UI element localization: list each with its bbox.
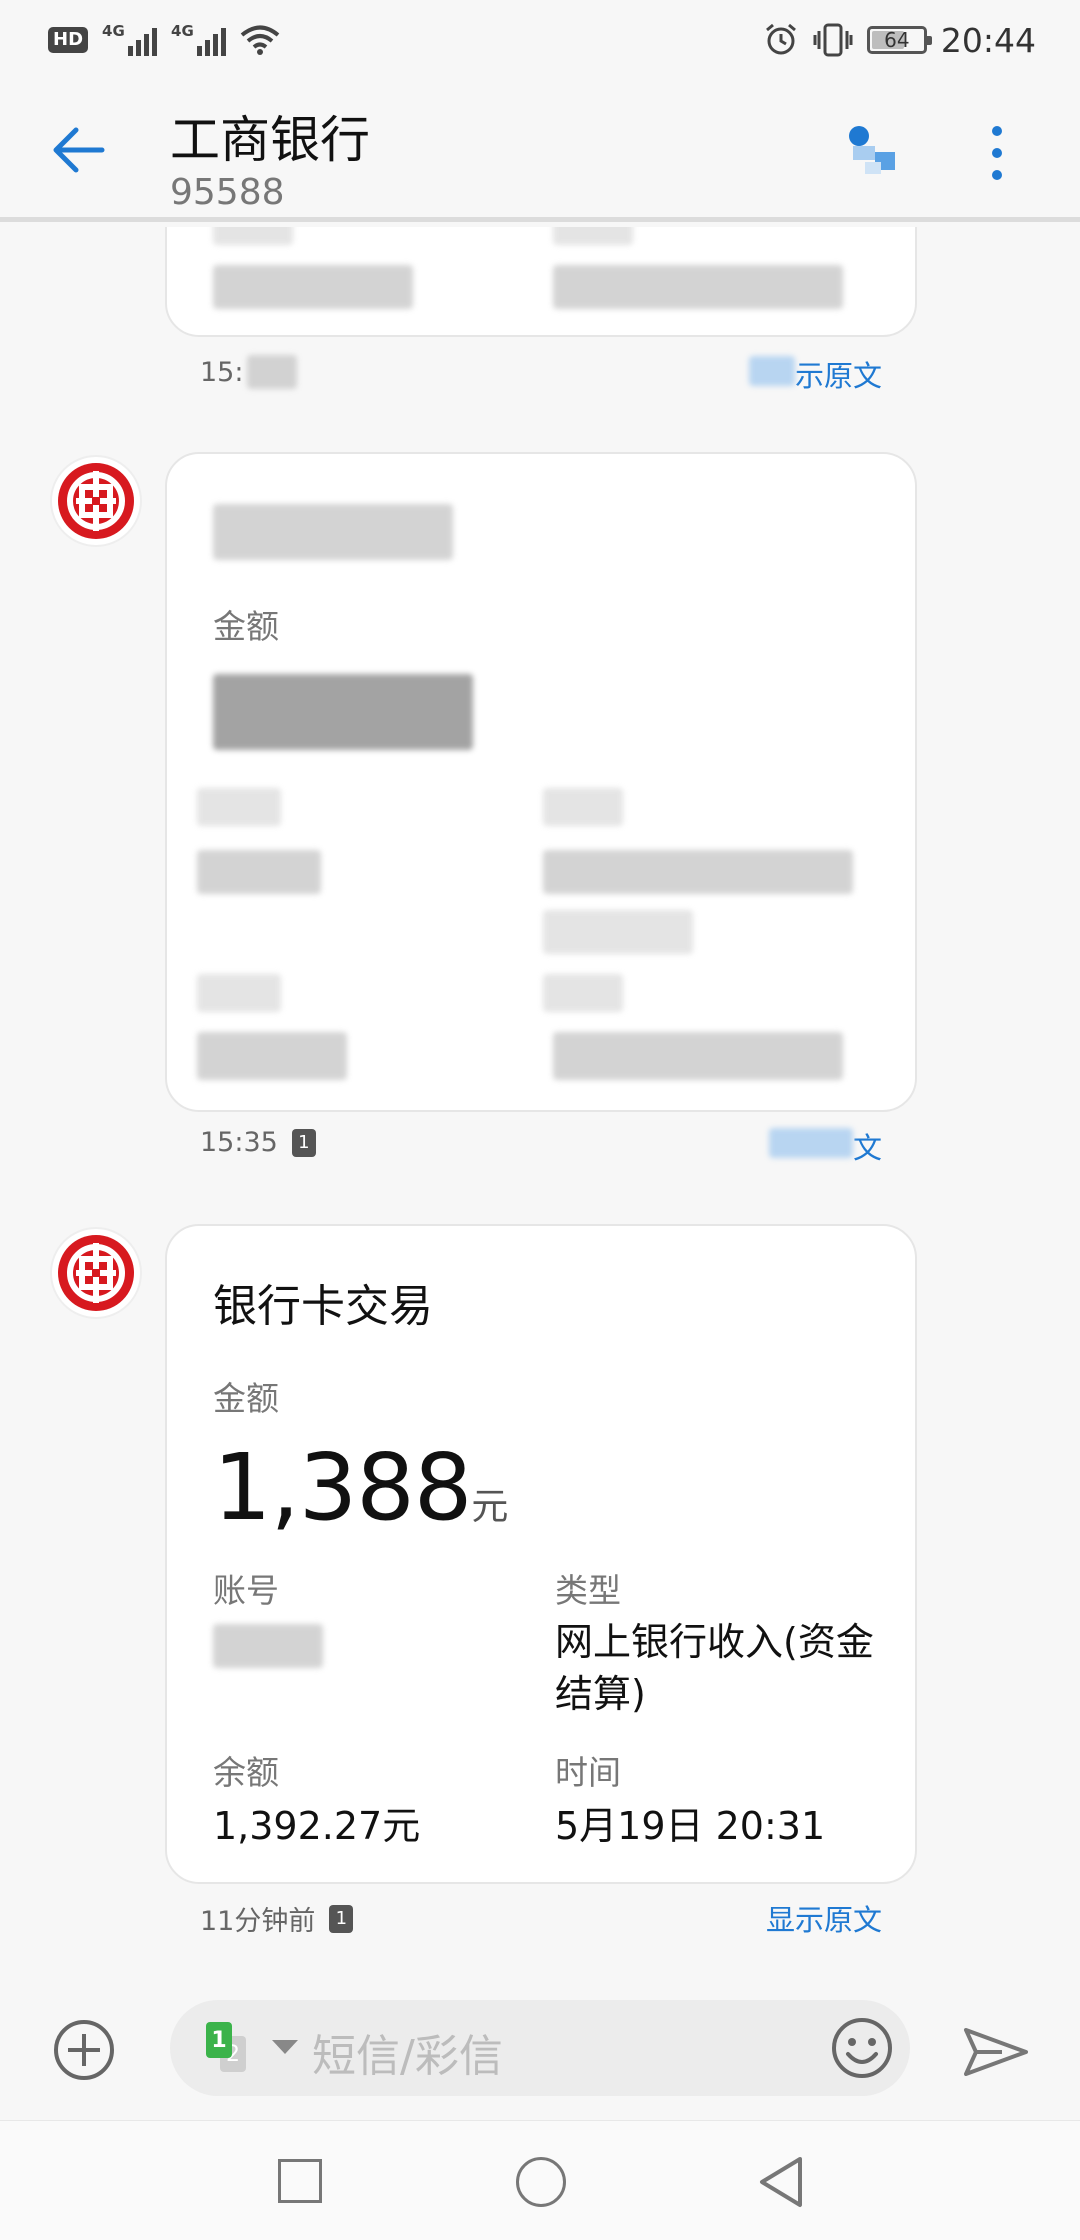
- account-label: 账号: [213, 1571, 279, 1610]
- input-placeholder: 短信/彩信: [312, 2031, 503, 2082]
- status-left: HD 4G 4G: [48, 22, 280, 56]
- balance-value: 1,392.27元: [213, 1804, 421, 1848]
- battery-level: 64: [884, 28, 910, 52]
- message-time-text: 11分钟前: [200, 1906, 316, 1937]
- time-value: 5月19日 20:31: [555, 1804, 826, 1848]
- show-original-link[interactable]: 示原文: [748, 353, 882, 395]
- vibrate-icon: [813, 23, 853, 57]
- battery-icon: 64: [866, 26, 932, 54]
- sim-switch-icon[interactable]: 2 1: [206, 2022, 266, 2072]
- balance-label: 余额: [213, 1753, 279, 1792]
- message-list[interactable]: 15: 示原文 金额 15:35 1 文 银行卡交易 金额 1,388元 账号 …: [0, 227, 1080, 1987]
- time-label: 时间: [555, 1753, 621, 1792]
- card-title: 银行卡交易: [213, 1281, 433, 1332]
- type-value: 网上银行收入(资金结算): [555, 1620, 874, 1716]
- amount-value: 1,388: [213, 1434, 472, 1541]
- message-bubble[interactable]: 金额: [165, 452, 917, 1112]
- transaction-card[interactable]: 银行卡交易 金额 1,388元 账号 类型 网上银行收入(资金结算) 余额 1,…: [165, 1224, 917, 1884]
- wifi-icon: [240, 25, 280, 55]
- contact-name: 工商银行: [170, 111, 370, 169]
- icbc-logo-icon[interactable]: [50, 1227, 142, 1319]
- home-button[interactable]: [516, 2157, 566, 2207]
- message-bubble[interactable]: [165, 227, 917, 337]
- system-nav-bar: [0, 2120, 1080, 2240]
- account-value-redacted: [213, 1624, 323, 1668]
- more-options-icon[interactable]: [975, 120, 1019, 186]
- network-type-2: 4G: [171, 22, 194, 40]
- hd-badge: HD: [48, 27, 89, 53]
- icbc-logo-icon[interactable]: [50, 455, 142, 547]
- chevron-down-icon[interactable]: [272, 2040, 298, 2054]
- type-label: 类型: [555, 1571, 621, 1610]
- back-arrow-icon[interactable]: [48, 118, 112, 182]
- sim-card-badge: 1: [329, 1904, 354, 1933]
- sim1-badge: 1: [206, 2022, 232, 2058]
- emoji-icon[interactable]: [830, 2016, 894, 2080]
- signal-icon-2: 4G: [171, 22, 227, 56]
- message-time-text: 15:35: [200, 1127, 278, 1158]
- show-original-link[interactable]: 显示原文: [766, 1897, 882, 1939]
- show-original-text: 文: [852, 1131, 882, 1165]
- status-time: 20:44: [940, 20, 1036, 60]
- status-right: 64 20:44: [763, 21, 1036, 60]
- amount-label: 金额: [213, 1379, 279, 1418]
- message-time: 15:35 1: [200, 1127, 316, 1158]
- message-time-text: 15:: [200, 356, 244, 388]
- signal-icon: 4G: [102, 22, 158, 56]
- alarm-icon: [765, 23, 796, 55]
- recent-apps-button[interactable]: [278, 2159, 322, 2203]
- sim-card-badge: 1: [291, 1128, 316, 1157]
- show-original-link[interactable]: 文: [768, 1125, 882, 1167]
- conversation-header: 工商银行 95588: [0, 80, 1080, 222]
- message-time: 11分钟前 1: [200, 1899, 354, 1938]
- amount-label: 金额: [213, 607, 279, 646]
- nav-back-icon[interactable]: [756, 2155, 806, 2209]
- contact-number: 95588: [170, 172, 285, 213]
- send-icon[interactable]: [962, 2024, 1030, 2080]
- message-input[interactable]: 2 1 短信/彩信: [170, 2000, 910, 2096]
- transaction-amount: 1,388元: [213, 1434, 508, 1541]
- contact-icon[interactable]: [845, 122, 905, 182]
- message-time: 15:: [200, 355, 298, 389]
- network-type: 4G: [102, 22, 125, 40]
- amount-unit: 元: [471, 1485, 509, 1528]
- compose-bar: 2 1 短信/彩信: [0, 1988, 1080, 2118]
- show-original-text: 示原文: [794, 359, 882, 393]
- status-bar: HD 4G 4G 64 20:44: [0, 0, 1080, 80]
- add-attachment-icon[interactable]: [52, 2018, 116, 2082]
